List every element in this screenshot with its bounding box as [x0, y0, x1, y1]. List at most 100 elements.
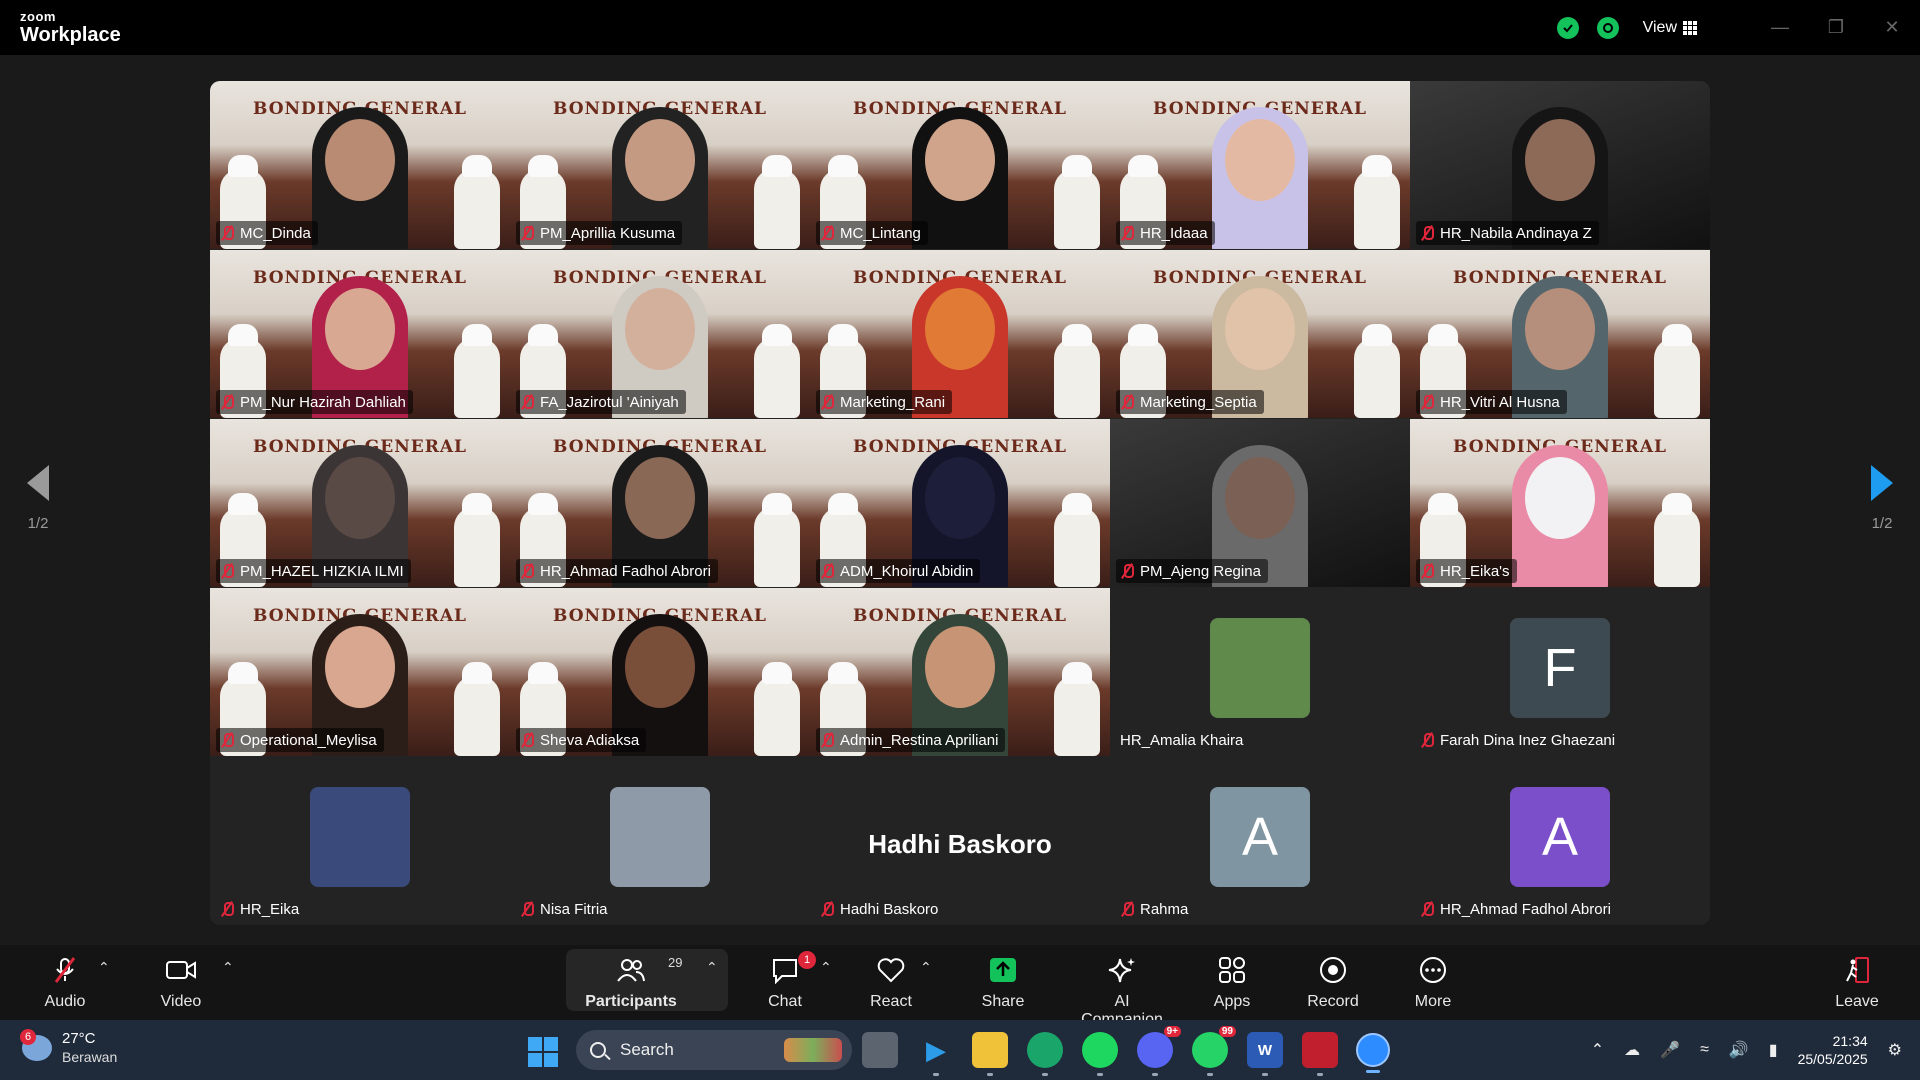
minimize-icon[interactable]: —	[1752, 17, 1808, 38]
audio-options-icon[interactable]: ⌃	[98, 959, 110, 976]
participant-tile[interactable]: Hadhi Baskoro Hadhi Baskoro	[810, 757, 1110, 925]
grid-view-icon[interactable]	[1683, 20, 1697, 35]
participant-tile[interactable]: BONDING GENERAL MC_Lintang	[810, 81, 1110, 249]
participant-tile[interactable]: BONDING GENERAL PM_Nur Hazirah Dahliah	[210, 250, 510, 418]
cloud-sync-icon[interactable]: ☁	[1624, 1040, 1640, 1060]
chef-illustration	[1354, 155, 1400, 249]
wifi-icon[interactable]: ≈	[1700, 1041, 1709, 1059]
weather-widget[interactable]: 6 27°C Berawan	[20, 1029, 117, 1066]
edge-icon[interactable]	[1027, 1032, 1063, 1076]
title-bar: zoom Workplace View — ❐ ✕	[0, 0, 1920, 55]
next-page-button[interactable]: 1/2	[1852, 465, 1912, 532]
participant-tile[interactable]: BONDING GENERAL HR_Ahmad Fadhol Abrori	[510, 419, 810, 587]
zoom-icon[interactable]	[1356, 1033, 1390, 1073]
avatar	[610, 787, 710, 887]
share-button[interactable]: Share	[978, 953, 1028, 1011]
participant-tile[interactable]: BONDING GENERAL PM_HAZEL HIZKIA ILMI	[210, 419, 510, 587]
participant-tile[interactable]: BONDING GENERAL Sheva Adiaksa	[510, 588, 810, 756]
participant-name-tag: Hadhi Baskoro	[816, 897, 945, 921]
spotify-icon[interactable]	[1082, 1032, 1118, 1076]
participant-tile[interactable]: BONDING GENERAL Marketing_Rani	[810, 250, 1110, 418]
video-options-icon[interactable]: ⌃	[222, 959, 234, 976]
restore-icon[interactable]: ❐	[1808, 17, 1864, 38]
more-button[interactable]: More	[1408, 953, 1458, 1011]
participant-tile[interactable]: BONDING GENERAL Marketing_Septia	[1110, 250, 1410, 418]
weather-badge: 6	[20, 1029, 36, 1045]
participant-tile[interactable]: BONDING GENERAL Operational_Meylisa	[210, 588, 510, 756]
react-options-icon[interactable]: ⌃	[920, 959, 932, 976]
avatar	[1210, 618, 1310, 718]
search-icon	[590, 1042, 606, 1058]
participant-name-tag: Marketing_Rani	[816, 390, 953, 414]
participant-name: HR_Ahmad Fadhol Abrori	[1440, 900, 1611, 918]
chat-options-icon[interactable]: ⌃	[820, 959, 832, 976]
shield-icon[interactable]	[1556, 16, 1579, 39]
participant-tile[interactable]: F Farah Dina Inez Ghaezani	[1410, 588, 1710, 756]
volume-icon[interactable]: 🔊	[1729, 1040, 1749, 1060]
heart-icon	[877, 958, 905, 983]
microphone-icon[interactable]: 🎤	[1660, 1040, 1680, 1060]
participant-tile[interactable]: PM_Ajeng Regina	[1110, 419, 1410, 587]
participant-name: HR_Nabila Andinaya Z	[1440, 224, 1592, 242]
participant-tile[interactable]: HR_Nabila Andinaya Z	[1410, 81, 1710, 249]
view-button[interactable]: View	[1643, 19, 1677, 37]
leave-button[interactable]: Leave	[1832, 953, 1882, 1011]
apps-button[interactable]: Apps	[1207, 953, 1257, 1011]
participant-tile[interactable]: HR_Amalia Khaira	[1110, 588, 1410, 756]
participants-options-icon[interactable]: ⌃	[706, 959, 718, 976]
taskbar-search[interactable]: Search	[576, 1030, 852, 1070]
mic-muted-icon	[220, 732, 234, 748]
close-icon[interactable]: ✕	[1864, 17, 1920, 38]
recording-status-icon[interactable]	[1596, 16, 1619, 39]
mic-muted-icon	[220, 901, 234, 917]
participant-video	[1205, 99, 1315, 249]
react-button[interactable]: React	[866, 953, 916, 1011]
participant-tile[interactable]: A HR_Ahmad Fadhol Abrori	[1410, 757, 1710, 925]
discord-icon[interactable]: 9+	[1137, 1026, 1181, 1076]
participant-tile[interactable]: BONDING GENERAL Admin_Restina Apriliani	[810, 588, 1110, 756]
participant-tile[interactable]: BONDING GENERAL HR_Eika's	[1410, 419, 1710, 587]
participant-tile[interactable]: BONDING GENERAL ADM_Khoirul Abidin	[810, 419, 1110, 587]
notification-bell-icon[interactable]: ⚙	[1888, 1040, 1902, 1060]
participant-tile[interactable]: A Rahma	[1110, 757, 1410, 925]
participant-video	[1505, 437, 1615, 587]
red-app-icon[interactable]	[1302, 1032, 1338, 1076]
brand-small: zoom	[20, 9, 56, 24]
previous-page-button[interactable]: 1/2	[8, 465, 68, 532]
mic-muted-icon	[220, 394, 234, 410]
chat-button[interactable]: 1 Chat	[760, 951, 816, 1011]
chevron-up-icon[interactable]: ⌃	[1591, 1040, 1604, 1060]
record-button[interactable]: Record	[1305, 953, 1361, 1011]
participant-tile[interactable]: BONDING GENERAL HR_Vitri Al Husna	[1410, 250, 1710, 418]
file-explorer-icon[interactable]	[972, 1032, 1008, 1076]
windows-start-icon[interactable]	[528, 1037, 558, 1067]
ai-companion-button[interactable]: AI Companion	[1072, 953, 1172, 1029]
vscode-icon[interactable]: ▶	[918, 1032, 954, 1076]
mic-muted-icon	[820, 732, 834, 748]
participants-button[interactable]: Participants 29 ⌃	[566, 949, 728, 1011]
chat-icon	[773, 959, 797, 984]
mic-muted-icon	[520, 732, 534, 748]
participant-tile[interactable]: BONDING GENERAL MC_Dinda	[210, 81, 510, 249]
task-view-icon[interactable]	[862, 1032, 898, 1068]
video-button[interactable]: Video	[156, 953, 206, 1011]
word-icon[interactable]: W	[1247, 1032, 1283, 1076]
participants-icon	[617, 959, 645, 982]
clock[interactable]: 21:34 25/05/2025	[1798, 1032, 1868, 1068]
participant-name: PM_Nur Hazirah Dahliah	[240, 393, 406, 411]
participant-tile[interactable]: HR_Eika	[210, 757, 510, 925]
participant-tile[interactable]: BONDING GENERAL PM_Aprillia Kusuma	[510, 81, 810, 249]
chef-illustration	[1054, 662, 1100, 756]
whatsapp-icon[interactable]: 99	[1192, 1026, 1236, 1076]
participant-name: Hadhi Baskoro	[840, 900, 939, 918]
participant-tile[interactable]: Nisa Fitria	[510, 757, 810, 925]
participant-name: HR_Vitri Al Husna	[1440, 393, 1560, 411]
chef-illustration	[454, 493, 500, 587]
participant-tile[interactable]: BONDING GENERAL HR_Idaaa	[1110, 81, 1410, 249]
audio-button[interactable]: Audio	[40, 953, 90, 1011]
battery-icon[interactable]: ▮	[1769, 1040, 1778, 1060]
camera-icon	[166, 961, 196, 979]
share-label: Share	[981, 993, 1025, 1010]
participant-tile[interactable]: BONDING GENERAL FA_Jazirotul 'Ainiyah	[510, 250, 810, 418]
share-icon	[990, 958, 1016, 982]
